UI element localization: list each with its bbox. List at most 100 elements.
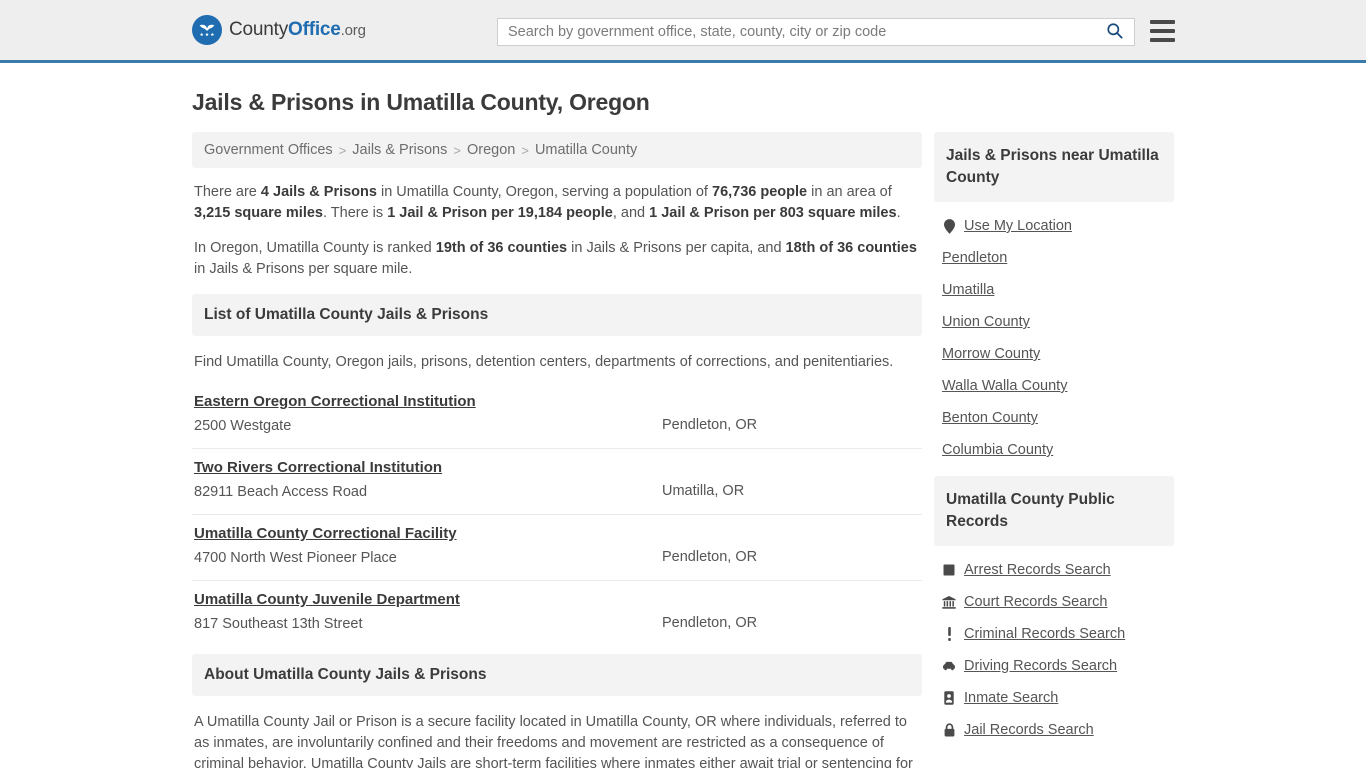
main-column: Government Offices > Jails & Prisons > O… (192, 132, 922, 768)
sidebar-item-morrow-county[interactable]: Morrow County (942, 338, 1172, 370)
sidebar-item-jail-records-search[interactable]: Jail Records Search (942, 714, 1172, 746)
search-icon (1105, 21, 1124, 43)
intro-text: . (896, 205, 901, 221)
site-logo[interactable]: CountyOffice.org (192, 15, 366, 45)
intro-text: in Umatilla County, Oregon, serving a po… (376, 184, 712, 200)
nearby-heading: Jails & Prisons near Umatilla County (934, 132, 1174, 202)
sidebar-item-criminal-records-search[interactable]: Criminal Records Search (942, 618, 1172, 650)
facility-details: Umatilla County Correctional Facility 47… (194, 525, 662, 568)
about-section-body: A Umatilla County Jail or Prison is a se… (194, 714, 913, 768)
facility-name-link[interactable]: Eastern Oregon Correctional Institution (194, 393, 476, 410)
sidebar-item-use-my-location[interactable]: Use My Location (942, 210, 1172, 242)
breadcrumb-item-oregon[interactable]: Oregon (467, 142, 515, 158)
facility-address: 82911 Beach Access Road (194, 484, 368, 500)
sidebar: Jails & Prisons near Umatilla County Use… (934, 132, 1174, 756)
facility-list: Eastern Oregon Correctional Institution … (192, 383, 922, 646)
facility-city: Umatilla, OR (662, 483, 745, 499)
public-records-links: Arrest Records Search Court Records Sear… (934, 546, 1174, 750)
table-row: Umatilla County Correctional Facility 47… (192, 515, 922, 581)
logo-wordmark: CountyOffice.org (229, 19, 366, 41)
facility-city: Pendleton, OR (662, 417, 758, 433)
sidebar-item-arrest-records-search[interactable]: Arrest Records Search (942, 554, 1172, 586)
table-row: Umatilla County Juvenile Department 817 … (192, 581, 922, 646)
intro-statistics: There are 4 Jails & Prisons in Umatilla … (192, 168, 922, 280)
sidebar-item-umatilla[interactable]: Umatilla (942, 274, 1172, 306)
sidebar-item-label: Inmate Search (964, 690, 1059, 706)
map-pin-icon (942, 218, 956, 234)
nearby-links: Use My Location Pendleton Umatilla Union… (934, 202, 1174, 470)
search-bar (497, 18, 1135, 46)
sidebar-item-court-records-search[interactable]: Court Records Search (942, 586, 1172, 618)
sidebar-item-inmate-search[interactable]: Inmate Search (942, 682, 1172, 714)
sidebar-item-benton-county[interactable]: Benton County (942, 402, 1172, 434)
sidebar-item-label: Arrest Records Search (964, 562, 1111, 578)
facility-details: Umatilla County Juvenile Department 817 … (194, 591, 662, 634)
facility-address: 2500 Westgate (194, 418, 292, 434)
eagle-stars-emblem-icon (192, 15, 222, 45)
sidebar-item-label: Court Records Search (964, 594, 1108, 610)
list-section-heading: List of Umatilla County Jails & Prisons (192, 294, 922, 336)
sidebar-item-union-county[interactable]: Union County (942, 306, 1172, 338)
intro-text: in Jails & Prisons per square mile. (194, 261, 413, 277)
intro-text: There are (194, 184, 261, 200)
id-card-icon (942, 691, 956, 705)
sidebar-item-driving-records-search[interactable]: Driving Records Search (942, 650, 1172, 682)
intro-paragraph-counts: There are 4 Jails & Prisons in Umatilla … (194, 182, 920, 224)
facility-name-link[interactable]: Two Rivers Correctional Institution (194, 459, 442, 476)
sidebar-item-label: Criminal Records Search (964, 626, 1126, 642)
intro-paragraph-ranking: In Oregon, Umatilla County is ranked 19t… (194, 238, 920, 280)
table-row: Two Rivers Correctional Institution 8291… (192, 449, 922, 515)
hamburger-bar (1150, 38, 1175, 42)
sidebar-item-label: Driving Records Search (964, 658, 1118, 674)
intro-stat-per-area: 1 Jail & Prison per 803 square miles (649, 205, 897, 221)
sidebar-item-label: Walla Walla County (942, 378, 1068, 394)
site-header: CountyOffice.org (0, 0, 1366, 63)
lock-icon (942, 723, 956, 737)
facility-details: Two Rivers Correctional Institution 8291… (194, 459, 662, 502)
logo-text-office: Office (288, 19, 341, 40)
facility-details: Eastern Oregon Correctional Institution … (194, 393, 662, 436)
sidebar-item-label: Columbia County (942, 442, 1054, 458)
logo-text-org: .org (340, 22, 366, 39)
search-button[interactable] (1101, 21, 1134, 43)
breadcrumb: Government Offices > Jails & Prisons > O… (192, 132, 922, 168)
facility-name-link[interactable]: Umatilla County Correctional Facility (194, 525, 457, 542)
intro-rank-per-capita: 19th of 36 counties (435, 240, 568, 256)
facility-address: 4700 North West Pioneer Place (194, 550, 397, 566)
breadcrumb-separator: > (338, 142, 347, 158)
about-section-heading: About Umatilla County Jails & Prisons (192, 654, 922, 696)
facility-address: 817 Southeast 13th Street (194, 616, 363, 632)
intro-text: In Oregon, Umatilla County is ranked (194, 240, 436, 256)
courthouse-icon (942, 595, 956, 609)
sidebar-item-label: Morrow County (942, 346, 1041, 362)
hamburger-menu-icon[interactable] (1150, 20, 1175, 42)
hamburger-bar (1150, 29, 1175, 33)
intro-text: in Jails & Prisons per capita, and (567, 240, 786, 256)
intro-stat-population: 76,736 people (712, 184, 808, 200)
breadcrumb-item-umatilla-county[interactable]: Umatilla County (535, 142, 637, 158)
nearby-card: Jails & Prisons near Umatilla County Use… (934, 132, 1174, 470)
breadcrumb-separator: > (521, 142, 529, 158)
breadcrumb-item-government-offices[interactable]: Government Offices (204, 142, 333, 158)
sidebar-item-columbia-county[interactable]: Columbia County (942, 434, 1172, 466)
public-records-card: Umatilla County Public Records Arrest Re… (934, 476, 1174, 750)
logo-text-county: County (229, 19, 289, 40)
sidebar-item-pendleton[interactable]: Pendleton (942, 242, 1172, 274)
public-records-heading: Umatilla County Public Records (934, 476, 1174, 546)
intro-text: . There is (322, 205, 388, 221)
page-container: Jails & Prisons in Umatilla County, Oreg… (0, 89, 1366, 768)
fingerprint-square-icon (942, 564, 956, 576)
breadcrumb-item-jails-prisons[interactable]: Jails & Prisons (352, 142, 447, 158)
hamburger-bar (1150, 20, 1175, 24)
intro-rank-per-square-mile: 18th of 36 counties (785, 240, 917, 256)
search-input[interactable] (498, 19, 1101, 45)
facility-name-link[interactable]: Umatilla County Juvenile Department (194, 591, 460, 608)
intro-stat-facility-count: 4 Jails & Prisons (260, 184, 377, 200)
sidebar-item-walla-walla-county[interactable]: Walla Walla County (942, 370, 1172, 402)
intro-stat-per-capita: 1 Jail & Prison per 19,184 people (387, 205, 613, 221)
sidebar-item-label: Union County (942, 314, 1030, 330)
sidebar-item-label: Jail Records Search (964, 722, 1094, 738)
exclamation-icon (942, 627, 956, 641)
sidebar-item-label: Benton County (942, 410, 1038, 426)
facility-city: Pendleton, OR (662, 549, 758, 565)
